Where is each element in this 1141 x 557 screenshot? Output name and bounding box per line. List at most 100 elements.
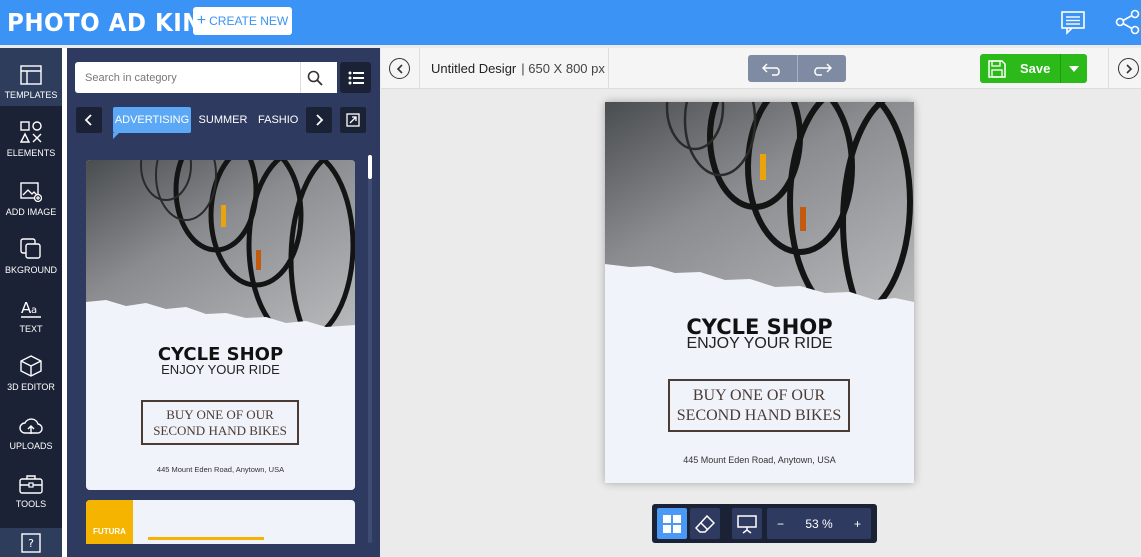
rail-label: UPLOADS bbox=[9, 441, 53, 451]
rail-item-text[interactable]: Aa TEXT bbox=[0, 282, 62, 340]
search-button[interactable] bbox=[300, 62, 329, 93]
help-button[interactable]: ? bbox=[0, 528, 62, 557]
save-options-dropdown[interactable] bbox=[1060, 54, 1087, 83]
redo-icon bbox=[813, 62, 832, 76]
templates-panel: Search in category ADVERTISING SUMMER FA… bbox=[67, 48, 380, 557]
panel-scrollbar-thumb[interactable] bbox=[368, 155, 372, 179]
save-label: Save bbox=[1020, 61, 1051, 76]
templates-icon bbox=[20, 65, 42, 85]
share-icon[interactable] bbox=[1115, 9, 1141, 35]
comment-icon[interactable] bbox=[1060, 9, 1086, 35]
add-image-icon bbox=[20, 182, 42, 202]
futura-tag: FUTURA bbox=[86, 500, 133, 544]
plus-icon: + bbox=[196, 12, 207, 29]
search-icon bbox=[307, 70, 323, 86]
text-icon: Aa bbox=[21, 299, 41, 318]
zoom-control: − 53 % + bbox=[767, 508, 871, 539]
tool-rail: TEMPLATES ELEMENTS ADD IMAGE BKGROUND Aa… bbox=[0, 48, 62, 557]
template-offer-box: BUY ONE OF OUR SECOND HAND BIKES bbox=[141, 400, 299, 445]
offer-line-2: SECOND HAND BIKES bbox=[676, 406, 842, 424]
shapes-icon bbox=[20, 121, 42, 143]
template-card-cycle-shop[interactable]: CYCLE SHOP ENJOY YOUR RIDE BUY ONE OF OU… bbox=[86, 160, 355, 490]
create-new-button[interactable]: + CREATE NEW bbox=[193, 7, 292, 35]
expand-icon bbox=[346, 113, 360, 127]
rail-item-elements[interactable]: ELEMENTS bbox=[0, 106, 62, 164]
canvas-tagline[interactable]: ENJOY YOUR RIDE bbox=[605, 335, 914, 353]
rail-label: BKGROUND bbox=[4, 265, 57, 275]
cube-icon bbox=[20, 355, 42, 377]
zoom-out-button[interactable]: − bbox=[777, 517, 784, 531]
presentation-button[interactable] bbox=[732, 508, 762, 539]
list-icon bbox=[348, 71, 364, 84]
futura-label: FUTURA bbox=[93, 527, 126, 536]
design-canvas[interactable]: CYCLE SHOP ENJOY YOUR RIDE BUY ONE OF OU… bbox=[605, 102, 914, 483]
offer-line-2: SECOND HAND BIKES bbox=[153, 422, 287, 438]
help-icon: ? bbox=[21, 532, 41, 553]
eraser-button[interactable] bbox=[690, 508, 720, 539]
background-icon bbox=[20, 238, 41, 259]
undo-icon bbox=[762, 62, 781, 76]
canvas-torn-edge bbox=[605, 264, 914, 310]
document-title[interactable]: Untitled Desigr | 650 X 800 px bbox=[419, 48, 609, 89]
grid-icon bbox=[663, 514, 681, 533]
svg-text:a: a bbox=[31, 305, 37, 316]
expand-panel-button[interactable] bbox=[340, 107, 366, 133]
toolbar-divider bbox=[1108, 48, 1109, 89]
template-tagline: ENJOY YOUR RIDE bbox=[161, 362, 280, 377]
editor-toolbar: Untitled Desigr | 650 X 800 px Save bbox=[381, 48, 1141, 89]
undo-redo-group bbox=[748, 55, 846, 82]
properties-panel-toggle[interactable] bbox=[1118, 58, 1139, 79]
toolbox-icon bbox=[19, 475, 43, 494]
offer-line-1: BUY ONE OF OUR bbox=[692, 386, 826, 404]
app-logo[interactable]: PHOTO AD KING bbox=[7, 8, 221, 37]
category-advertising[interactable]: ADVERTISING bbox=[113, 107, 191, 139]
card-accent-line bbox=[148, 537, 264, 540]
list-view-button[interactable] bbox=[340, 62, 371, 93]
redo-button[interactable] bbox=[798, 55, 847, 82]
collapse-panel-button[interactable] bbox=[389, 58, 410, 79]
chevron-right-icon bbox=[1125, 63, 1132, 74]
rail-label: 3D EDITOR bbox=[7, 382, 55, 392]
canvas-offer-box[interactable]: BUY ONE OF OUR SECOND HAND BIKES bbox=[668, 379, 850, 432]
undo-button[interactable] bbox=[748, 55, 798, 82]
category-fashion[interactable]: FASHIO bbox=[258, 107, 298, 133]
panel-scrollbar-track[interactable] bbox=[368, 155, 372, 543]
document-name: Untitled Desigr bbox=[431, 61, 517, 76]
floppy-disk-icon bbox=[988, 59, 1006, 78]
svg-text:?: ? bbox=[28, 537, 34, 550]
caret-down-icon bbox=[1069, 65, 1079, 72]
rail-item-tools[interactable]: TOOLS bbox=[0, 457, 62, 515]
torn-edge bbox=[86, 300, 355, 332]
zoom-level: 53 % bbox=[805, 516, 833, 531]
zoom-in-button[interactable]: + bbox=[854, 517, 861, 531]
category-search-input[interactable]: Search in category bbox=[75, 62, 337, 93]
rail-item-3d-editor[interactable]: 3D EDITOR bbox=[0, 340, 62, 398]
category-next-button[interactable] bbox=[306, 107, 332, 133]
category-prev-button[interactable] bbox=[76, 107, 102, 133]
chevron-left-icon bbox=[396, 63, 403, 74]
top-bar: PHOTO AD KING + CREATE NEW bbox=[0, 0, 1141, 45]
canvas-bottom-toolbar: − 53 % + bbox=[652, 504, 877, 543]
chevron-left-icon bbox=[84, 114, 92, 126]
rail-label: ELEMENTS bbox=[6, 148, 56, 158]
rail-label: TEXT bbox=[19, 324, 43, 334]
chevron-right-icon bbox=[316, 114, 324, 126]
rail-item-templates[interactable]: TEMPLATES bbox=[0, 48, 62, 106]
category-summer[interactable]: SUMMER bbox=[197, 107, 249, 133]
rail-item-background[interactable]: BKGROUND bbox=[0, 223, 62, 281]
cloud-upload-icon bbox=[19, 418, 43, 434]
template-address: 445 Mount Eden Road, Anytown, USA bbox=[156, 465, 285, 474]
canvas-address[interactable]: 445 Mount Eden Road, Anytown, USA bbox=[605, 455, 914, 465]
rail-item-add-image[interactable]: ADD IMAGE bbox=[0, 165, 62, 223]
grid-view-button[interactable] bbox=[657, 508, 687, 539]
rail-item-uploads[interactable]: UPLOADS bbox=[0, 399, 62, 457]
save-button[interactable]: Save bbox=[980, 54, 1060, 83]
create-new-label: CREATE NEW bbox=[209, 14, 289, 28]
offer-line-1: BUY ONE OF OUR bbox=[166, 406, 274, 422]
rail-label: ADD IMAGE bbox=[5, 207, 57, 217]
eraser-icon bbox=[695, 514, 715, 533]
presentation-icon bbox=[737, 514, 757, 534]
rail-label: TOOLS bbox=[15, 499, 47, 509]
template-card-futura[interactable]: FUTURA bbox=[86, 500, 355, 544]
document-size: | 650 X 800 px bbox=[521, 61, 605, 76]
